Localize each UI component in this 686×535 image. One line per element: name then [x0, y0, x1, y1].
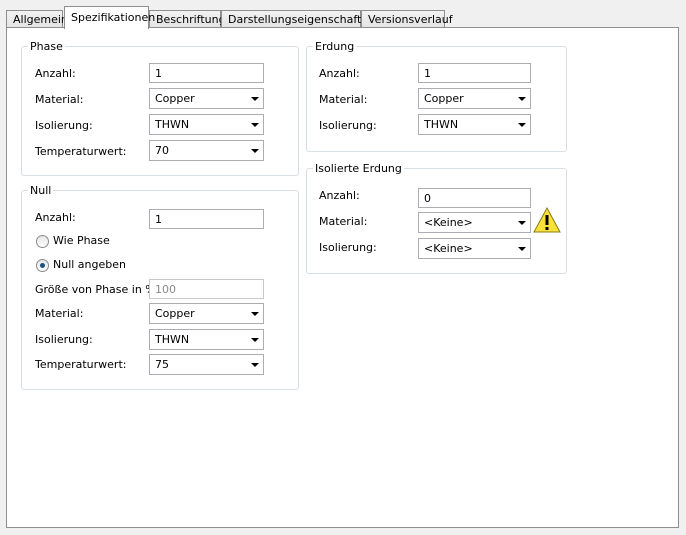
isolierte-erdung-group: Isolierte Erdung Anzahl: 0 Material: <Ke… [306, 162, 567, 274]
chevron-down-icon [518, 247, 526, 251]
null-anzahl-label: Anzahl: [35, 211, 76, 224]
chevron-down-icon [251, 149, 259, 153]
null-angeben-radio[interactable] [36, 259, 49, 272]
null-temperatur-value: 75 [155, 358, 169, 371]
null-isolierung-label: Isolierung: [35, 333, 93, 346]
tab-label: Allgemein [13, 13, 68, 26]
phase-isolierung-label: Isolierung: [35, 119, 93, 132]
groesse-label: Größe von Phase in %: [35, 283, 160, 296]
erdung-material-label: Material: [319, 93, 368, 106]
null-material-label: Material: [35, 307, 84, 320]
isolierte-erdung-material-select[interactable]: <Keine> [418, 212, 531, 233]
null-group: Null Anzahl: 1 Wie Phase Null angeben Gr… [21, 184, 299, 390]
tab-beschriftung[interactable]: Beschriftung [149, 10, 226, 28]
null-material-value: Copper [155, 307, 195, 320]
tab-allgemein[interactable]: Allgemein [6, 10, 68, 28]
chevron-down-icon [518, 123, 526, 127]
chevron-down-icon [518, 97, 526, 101]
chevron-down-icon [251, 123, 259, 127]
phase-group-title: Phase [28, 40, 65, 53]
phase-temperatur-value: 70 [155, 144, 169, 157]
isolierte-erdung-anzahl-label: Anzahl: [319, 189, 360, 202]
erdung-isolierung-label: Isolierung: [319, 119, 377, 132]
erdung-anzahl-label: Anzahl: [319, 67, 360, 80]
null-isolierung-value: THWN [155, 333, 190, 346]
groesse-input[interactable]: 100 [149, 279, 264, 299]
null-temperatur-select[interactable]: 75 [149, 354, 264, 375]
isolierte-erdung-isolierung-label: Isolierung: [319, 241, 377, 254]
tab-label: Darstellungseigenschaften [228, 13, 376, 26]
tab-darstellungseigenschaften[interactable]: Darstellungseigenschaften [221, 10, 375, 28]
isolierte-erdung-material-value: <Keine> [424, 216, 473, 229]
phase-material-select[interactable]: Copper [149, 88, 264, 109]
phase-isolierung-select[interactable]: THWN [149, 114, 264, 135]
phase-material-value: Copper [155, 92, 195, 105]
null-temperatur-label: Temperaturwert: [35, 358, 127, 371]
isolierte-erdung-isolierung-select[interactable]: <Keine> [418, 238, 531, 259]
chevron-down-icon [251, 97, 259, 101]
phase-temperatur-label: Temperaturwert: [35, 145, 127, 158]
erdung-isolierung-select[interactable]: THWN [418, 114, 531, 135]
phase-temperatur-select[interactable]: 70 [149, 140, 264, 161]
erdung-group-title: Erdung [313, 40, 357, 53]
wie-phase-radio[interactable] [36, 235, 49, 248]
null-material-select[interactable]: Copper [149, 303, 264, 324]
isolierte-erdung-group-title: Isolierte Erdung [313, 162, 404, 175]
phase-isolierung-value: THWN [155, 118, 190, 131]
chevron-down-icon [251, 363, 259, 367]
phase-group: Phase Anzahl: 1 Material: Copper Isolier… [21, 40, 299, 176]
erdung-material-select[interactable]: Copper [418, 88, 531, 109]
tab-panel-spezifikationen: Phase Anzahl: 1 Material: Copper Isolier… [6, 27, 679, 528]
tab-label: Spezifikationen [71, 11, 156, 24]
chevron-down-icon [251, 338, 259, 342]
erdung-group: Erdung Anzahl: 1 Material: Copper Isolie… [306, 40, 567, 152]
tab-versionsverlauf[interactable]: Versionsverlauf [361, 10, 453, 28]
isolierte-erdung-material-label: Material: [319, 215, 368, 228]
phase-anzahl-label: Anzahl: [35, 67, 76, 80]
null-isolierung-select[interactable]: THWN [149, 329, 264, 350]
phase-material-label: Material: [35, 93, 84, 106]
erdung-isolierung-value: THWN [424, 118, 459, 131]
isolierte-erdung-anzahl-input[interactable]: 0 [418, 188, 531, 208]
null-group-title: Null [28, 184, 54, 197]
null-angeben-label[interactable]: Null angeben [53, 258, 126, 272]
tab-spezifikationen[interactable]: Spezifikationen [64, 6, 155, 29]
erdung-anzahl-input[interactable]: 1 [418, 63, 531, 83]
wie-phase-label[interactable]: Wie Phase [53, 234, 110, 248]
tab-label: Versionsverlauf [368, 13, 453, 26]
warning-triangle-icon [533, 207, 561, 233]
chevron-down-icon [518, 221, 526, 225]
isolierte-erdung-isolierung-value: <Keine> [424, 242, 473, 255]
tab-label: Beschriftung [156, 13, 226, 26]
chevron-down-icon [251, 312, 259, 316]
phase-anzahl-input[interactable]: 1 [149, 63, 264, 83]
erdung-material-value: Copper [424, 92, 464, 105]
null-anzahl-input[interactable]: 1 [149, 209, 264, 229]
